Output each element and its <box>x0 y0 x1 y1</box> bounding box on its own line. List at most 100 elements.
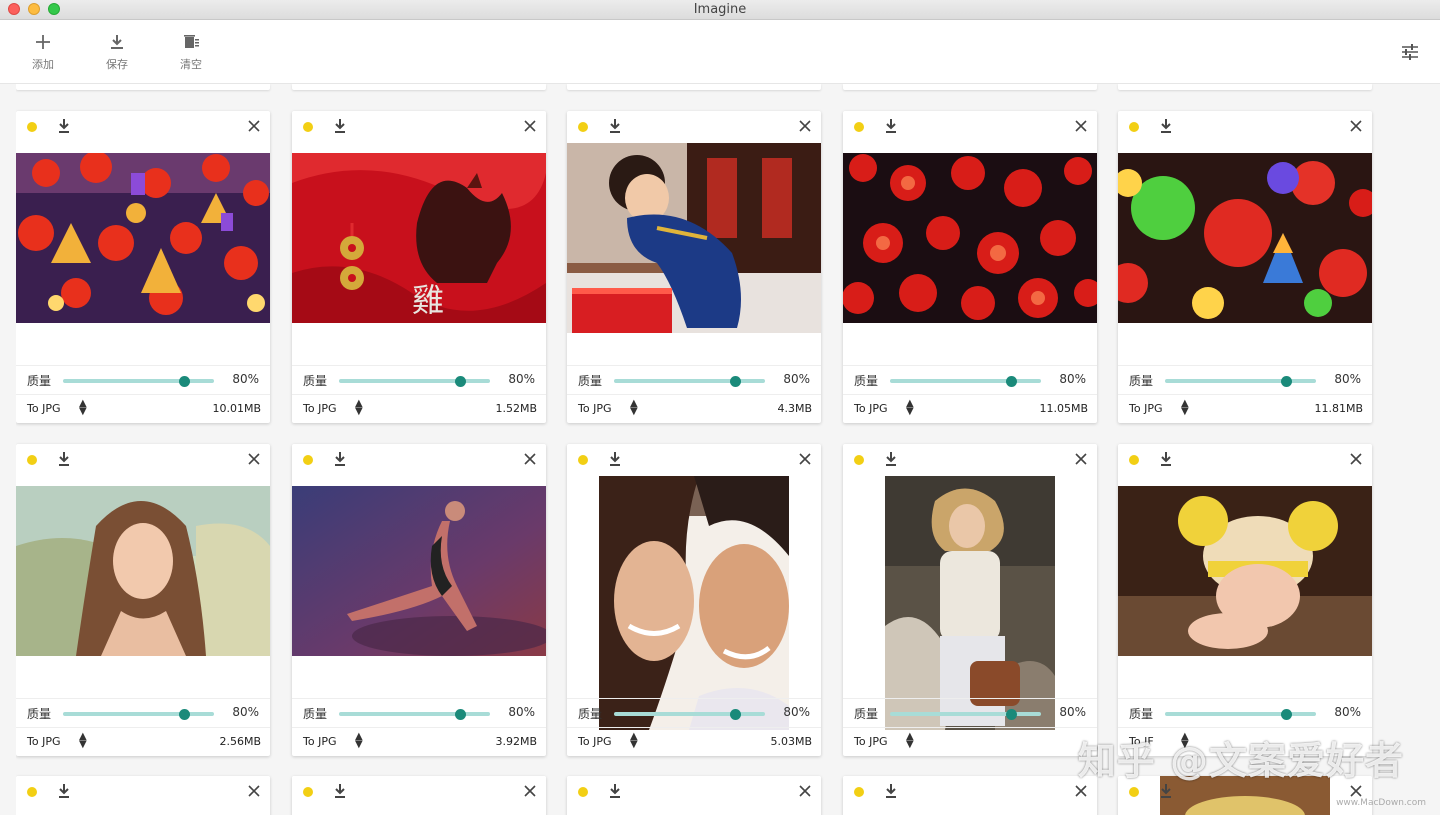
quality-slider[interactable] <box>890 709 1041 720</box>
slider-knob[interactable] <box>1005 709 1017 720</box>
svg-text:雞: 雞 <box>412 281 444 319</box>
close-icon[interactable] <box>797 118 813 134</box>
select-arrows-icon[interactable]: ▲ ▼ <box>630 732 638 750</box>
quality-slider[interactable] <box>614 376 765 387</box>
quality-slider[interactable] <box>63 376 214 387</box>
save-button[interactable]: 保存 <box>92 32 142 72</box>
quality-slider[interactable] <box>63 709 214 720</box>
close-icon[interactable] <box>522 783 538 799</box>
image-card-partial[interactable] <box>292 776 546 815</box>
format-select[interactable]: To JPG <box>854 735 887 748</box>
quality-slider[interactable] <box>1165 709 1316 720</box>
image-card-partial[interactable] <box>16 776 270 815</box>
image-card[interactable]: 质量 80% To JF ▲ ▼ <box>1118 444 1372 756</box>
close-icon[interactable] <box>1073 783 1089 799</box>
file-size: 4.3MB <box>777 402 812 415</box>
slider-knob[interactable] <box>1005 376 1017 387</box>
file-size: 2.56MB <box>219 735 261 748</box>
select-arrows-icon[interactable]: ▲ ▼ <box>630 399 638 417</box>
image-card[interactable]: 质量 80% To JPG ▲ ▼ 11.05MB <box>843 111 1097 423</box>
close-icon[interactable] <box>1348 118 1364 134</box>
close-icon[interactable] <box>1348 783 1364 799</box>
download-icon[interactable] <box>1158 117 1174 135</box>
select-arrows-icon[interactable]: ▲ ▼ <box>906 732 914 750</box>
image-card[interactable]: 质量 80% To JPG ▲ ▼ 10.01MB <box>16 111 270 423</box>
slider-knob[interactable] <box>454 709 466 720</box>
add-button[interactable]: 添加 <box>18 32 68 72</box>
download-icon[interactable] <box>607 782 623 800</box>
image-card-partial[interactable] <box>1118 776 1372 815</box>
format-select[interactable]: To JPG <box>303 735 336 748</box>
card-header <box>1118 444 1372 476</box>
slider-knob[interactable] <box>729 376 741 387</box>
download-icon[interactable] <box>56 117 72 135</box>
image-card[interactable]: 质量 80% To JPG ▲ ▼ 2.56MB <box>16 444 270 756</box>
status-dot-icon <box>1129 787 1139 797</box>
clear-button[interactable]: 清空 <box>166 32 216 72</box>
slider-knob[interactable] <box>178 376 190 387</box>
select-arrows-icon[interactable]: ▲ ▼ <box>79 732 87 750</box>
quality-label: 质量 <box>1129 374 1154 388</box>
format-select[interactable]: To JPG <box>578 402 611 415</box>
download-icon[interactable] <box>883 117 899 135</box>
status-dot-icon <box>578 455 588 465</box>
slider-knob[interactable] <box>729 709 741 720</box>
download-icon[interactable] <box>883 782 899 800</box>
download-icon[interactable] <box>1158 450 1174 468</box>
image-card[interactable]: 质量 80% To JPG ▲ ▼ 11.81MB <box>1118 111 1372 423</box>
quality-slider[interactable] <box>614 709 765 720</box>
close-icon[interactable] <box>246 118 262 134</box>
slider-knob[interactable] <box>1280 709 1292 720</box>
quality-slider[interactable] <box>890 376 1041 387</box>
download-icon[interactable] <box>1158 782 1174 800</box>
close-icon[interactable] <box>1073 118 1089 134</box>
download-icon[interactable] <box>332 450 348 468</box>
close-icon[interactable] <box>522 118 538 134</box>
download-icon[interactable] <box>56 450 72 468</box>
quality-label: 质量 <box>854 374 879 388</box>
image-preview <box>567 143 821 365</box>
image-card[interactable]: 质量 80% To JPG ▲ ▼ 5.03MB <box>567 444 821 756</box>
image-preview <box>567 476 821 730</box>
image-card[interactable]: 质量 80% To JPG ▲ ▼ 3.92MB <box>292 444 546 756</box>
format-select[interactable]: To JPG <box>303 402 336 415</box>
image-card-partial[interactable] <box>843 776 1097 815</box>
close-icon[interactable] <box>246 451 262 467</box>
format-select[interactable]: To JPG <box>27 735 60 748</box>
image-card-partial[interactable] <box>567 776 821 815</box>
settings-sliders-button[interactable] <box>1400 42 1420 62</box>
slider-knob[interactable] <box>454 376 466 387</box>
image-preview <box>292 476 546 698</box>
quality-slider[interactable] <box>1165 376 1316 387</box>
format-select[interactable]: To JPG <box>578 735 611 748</box>
select-arrows-icon[interactable]: ▲ ▼ <box>906 399 914 417</box>
slider-knob[interactable] <box>178 709 190 720</box>
image-card[interactable]: 质量 80% To JPG ▲ ▼ 4.3MB <box>567 111 821 423</box>
close-icon[interactable] <box>797 451 813 467</box>
quality-label: 质量 <box>578 374 603 388</box>
close-icon[interactable] <box>1348 451 1364 467</box>
close-icon[interactable] <box>246 783 262 799</box>
download-icon[interactable] <box>332 782 348 800</box>
format-select[interactable]: To JPG <box>854 402 887 415</box>
select-arrows-icon[interactable]: ▲ ▼ <box>79 399 87 417</box>
download-icon[interactable] <box>332 117 348 135</box>
download-icon[interactable] <box>56 782 72 800</box>
download-icon[interactable] <box>883 450 899 468</box>
select-arrows-icon[interactable]: ▲ ▼ <box>355 732 363 750</box>
image-card[interactable]: 质量 80% To JPG ▲ ▼ <box>843 444 1097 756</box>
quality-slider[interactable] <box>339 709 490 720</box>
format-select[interactable]: To JPG <box>1129 402 1162 415</box>
download-icon[interactable] <box>607 450 623 468</box>
close-icon[interactable] <box>1073 451 1089 467</box>
quality-row: 质量 80% <box>567 365 821 394</box>
download-icon[interactable] <box>607 117 623 135</box>
format-select[interactable]: To JPG <box>27 402 60 415</box>
slider-knob[interactable] <box>1280 376 1292 387</box>
select-arrows-icon[interactable]: ▲ ▼ <box>355 399 363 417</box>
quality-slider[interactable] <box>339 376 490 387</box>
image-card[interactable]: 雞 质量 80% To JPG ▲ ▼ 1.52MB <box>292 111 546 423</box>
close-icon[interactable] <box>522 451 538 467</box>
close-icon[interactable] <box>797 783 813 799</box>
select-arrows-icon[interactable]: ▲ ▼ <box>1181 399 1189 417</box>
